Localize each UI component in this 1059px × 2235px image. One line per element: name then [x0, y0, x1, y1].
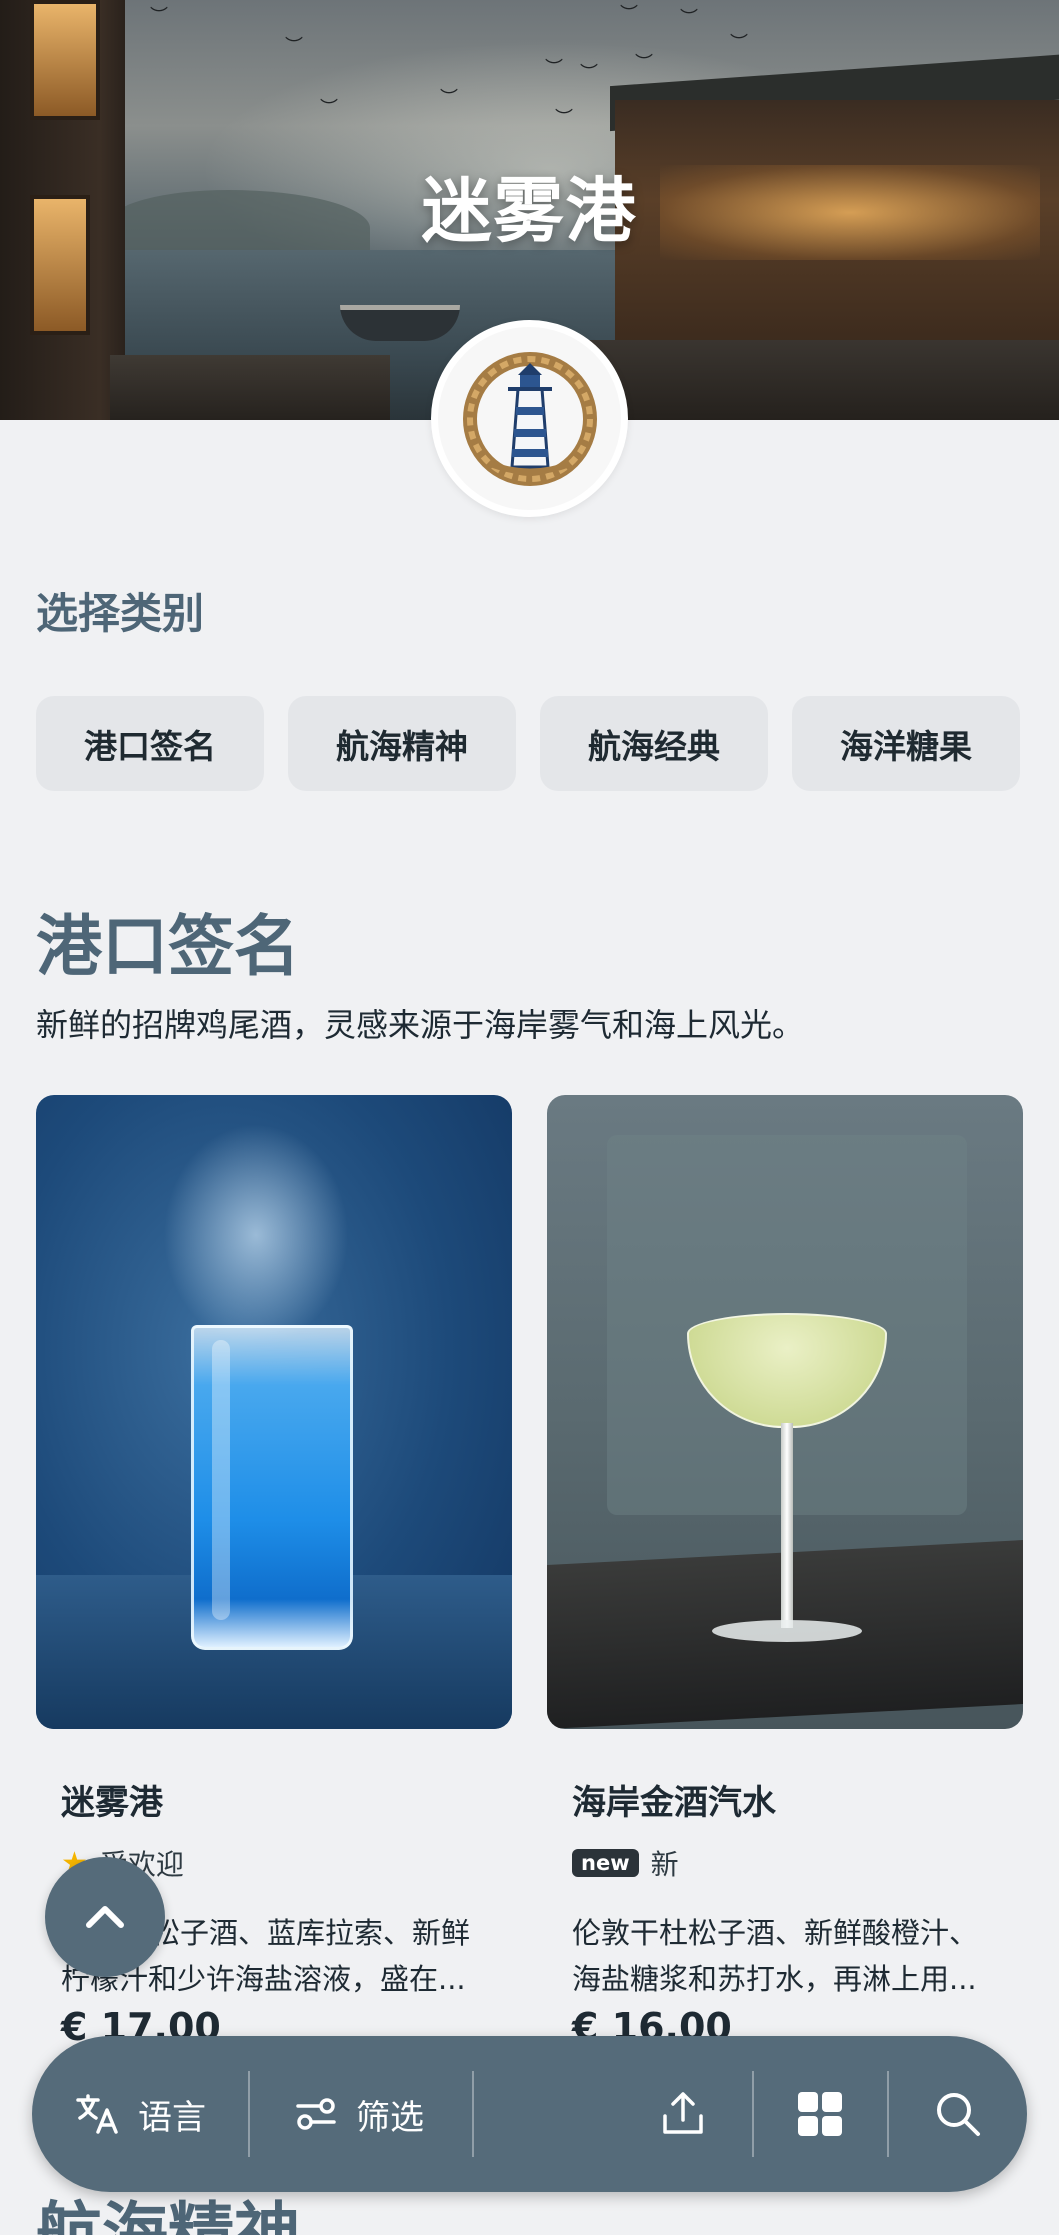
product-card[interactable]: 海岸金酒汽水 new 新 伦敦干杜松子酒、新鲜酸橙汁、 海盐糖浆和苏打水，再淋上… — [547, 1095, 1023, 2049]
product-image[interactable] — [547, 1095, 1023, 1729]
language-label: 语言 — [138, 2097, 206, 2138]
category-chip-ocean-candy[interactable]: 海洋糖果 — [792, 696, 1020, 791]
hero-title: 迷雾港 — [421, 170, 638, 252]
category-section-label: 选择类别 — [36, 589, 205, 638]
new-tag: new — [572, 1849, 639, 1877]
hero-pier — [110, 355, 390, 420]
chevron-up-icon — [86, 1906, 124, 1928]
filter-button[interactable]: 筛选 — [292, 2036, 424, 2192]
category-chip-nautical-spirit[interactable]: 航海精神 — [288, 696, 516, 791]
toolbar-divider — [887, 2071, 889, 2157]
product-name: 海岸金酒汽水 — [572, 1783, 776, 1823]
category-chip-harbor-signature[interactable]: 港口签名 — [36, 696, 264, 791]
search-icon — [937, 2093, 980, 2136]
product-description: 伦敦干杜松子酒、新鲜酸橙汁、 海盐糖浆和苏打水，再淋上用... — [572, 1916, 979, 1996]
scroll-top-button[interactable] — [45, 1857, 165, 1977]
filter-label: 筛选 — [356, 2097, 424, 2138]
grid-icon — [798, 2092, 842, 2136]
product-card[interactable]: 迷雾港 ★ 受欢迎 松子酒、蓝库拉索、新鲜 柠檬汁和少许海盐溶液，盛在... €… — [36, 1095, 512, 2049]
lighthouse-logo-icon — [462, 351, 597, 486]
share-icon — [663, 2092, 703, 2134]
share-button[interactable] — [657, 2036, 709, 2192]
hero-boat — [340, 305, 460, 341]
toolbar-divider — [248, 2071, 250, 2157]
section-title: 港口签名 — [36, 908, 300, 985]
category-chip-nautical-classic[interactable]: 航海经典 — [540, 696, 768, 791]
translate-icon — [76, 2094, 118, 2134]
section-description: 新鲜的招牌鸡尾酒，灵感来源于海岸雾气和海上风光。 — [36, 1006, 805, 1044]
bottom-toolbar: 语言 筛选 — [32, 2036, 1027, 2192]
product-image[interactable] — [36, 1095, 512, 1729]
toolbar-divider — [472, 2071, 474, 2157]
brand-logo — [431, 320, 628, 517]
category-chip-row: 港口签名 航海精神 航海经典 海洋糖果 — [36, 696, 1021, 791]
product-badge: new 新 — [572, 1843, 679, 1883]
language-button[interactable]: 语言 — [74, 2036, 206, 2192]
badge-text: 新 — [650, 1848, 679, 1881]
filter-icon — [296, 2098, 336, 2130]
toolbar-divider — [752, 2071, 754, 2157]
product-name: 迷雾港 — [61, 1783, 163, 1823]
search-button[interactable] — [932, 2036, 984, 2192]
grid-view-button[interactable] — [794, 2036, 846, 2192]
